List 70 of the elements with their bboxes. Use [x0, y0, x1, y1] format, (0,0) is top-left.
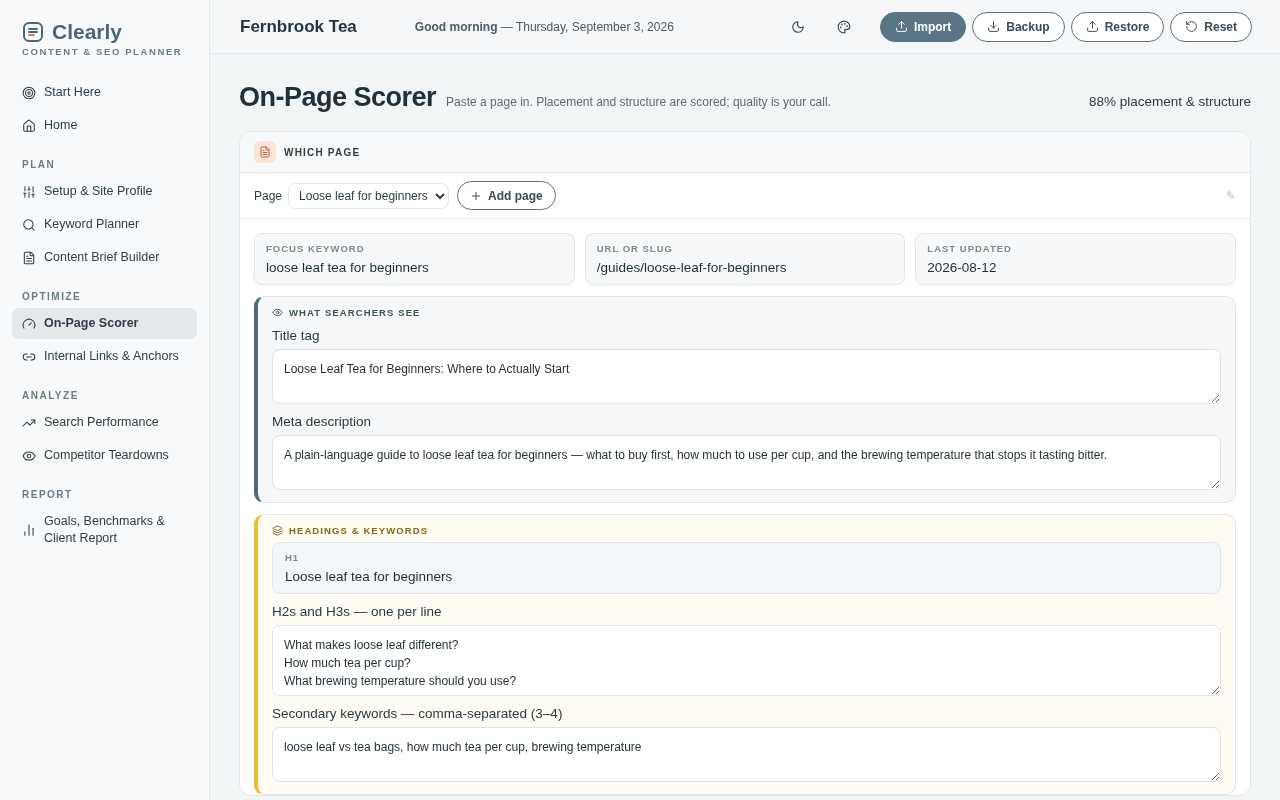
field-label: Meta description	[272, 414, 373, 429]
info-field[interactable]: FOCUS KEYWORD loose leaf tea for beginners	[254, 233, 575, 285]
field-value: Loose leaf tea for beginners	[285, 569, 454, 584]
field-value: /guides/loose-leaf-for-beginners	[596, 260, 788, 275]
nav-section-heading: ANALYZE	[21, 389, 80, 403]
nav-item[interactable]: Search Performance	[12, 407, 197, 438]
plus-icon	[470, 189, 483, 202]
card-heading: WHICH PAGE	[284, 146, 361, 158]
text-area[interactable]: Loose Leaf Tea for Beginners: Where to Actually Start	[272, 349, 1221, 404]
nav-section-heading: OPTIMIZE	[21, 290, 83, 304]
site-name: Fernbrook Tea	[240, 16, 357, 37]
target-icon	[22, 85, 36, 100]
toolbar-button[interactable]: Restore	[1070, 11, 1165, 42]
field-label: URL OR SLUG	[596, 243, 674, 254]
greeting-text: Good morning — Thursday, September 3, 2026	[414, 19, 675, 34]
field-label: FOCUS KEYWORD	[266, 243, 366, 254]
brand-name: Clearly	[52, 20, 123, 44]
field-label: Title tag	[272, 328, 321, 343]
logo-icon	[22, 21, 44, 43]
nav-item[interactable]: Internal Links & Anchors	[12, 341, 197, 372]
nav-item[interactable]: Goals, Benchmarks & Client Report	[12, 506, 197, 554]
document-icon	[22, 250, 36, 265]
add-page-button[interactable]: Add page	[457, 181, 556, 210]
field-label: Secondary keywords — comma-separated (3–4)	[272, 706, 564, 721]
page-subtitle: Paste a page in. Placement and structure are scored; quality is your call.	[446, 95, 832, 109]
text-area[interactable]: What makes loose leaf different? How much tea per cup? What brewing temperature should you use?	[272, 625, 1221, 696]
field-label: H2s and H3s — one per line	[272, 604, 443, 619]
palette-icon	[836, 19, 851, 34]
toolbar-button[interactable]: Import	[879, 11, 967, 42]
nav-item[interactable]: On-Page Scorer	[12, 308, 197, 339]
info-field[interactable]: URL OR SLUG /guides/loose-leaf-for-beginners	[584, 233, 906, 285]
score-summary: 88% placement & structure	[1088, 94, 1251, 109]
upload-icon	[1085, 20, 1099, 33]
info-field[interactable]: LAST UPDATED 2026-08-12	[915, 233, 1236, 285]
nav-item[interactable]: Keyword Planner	[12, 209, 197, 240]
page-select[interactable]: Loose leaf for beginners	[288, 182, 450, 209]
layers-icon	[272, 525, 283, 536]
bar-chart-icon	[22, 523, 36, 537]
nav-section-heading: REPORT	[21, 488, 74, 502]
field-label: H1	[285, 552, 301, 563]
eye-icon	[22, 448, 36, 463]
field-value: 2026-08-12	[927, 260, 998, 275]
brand-tagline: CONTENT & SEO PLANNER	[21, 45, 184, 57]
gauge-icon	[22, 316, 36, 331]
toolbar-button[interactable]: Reset	[1170, 11, 1252, 42]
panel-heading: HEADINGS & KEYWORDS	[289, 525, 429, 536]
upload-icon	[894, 20, 908, 33]
nav-item[interactable]: Content Brief Builder	[12, 242, 197, 273]
field-value: loose leaf tea for beginners	[266, 260, 430, 275]
field-label: LAST UPDATED	[927, 243, 1013, 254]
document-icon	[254, 141, 276, 163]
download-icon	[987, 20, 1001, 33]
h1-field[interactable]: H1 Loose leaf tea for beginners	[272, 542, 1221, 594]
home-icon	[22, 118, 36, 133]
eye-icon	[272, 307, 283, 318]
page-title: On-Page Scorer	[239, 82, 437, 113]
text-area[interactable]: A plain-language guide to loose leaf tea for beginners — what to buy first, how much to use per cup, and the brewing temperature that stops it tasting bitter.	[272, 435, 1221, 490]
nav-item[interactable]: Setup & Site Profile	[12, 176, 197, 207]
nav-item[interactable]: Competitor Teardowns	[12, 440, 197, 471]
panel-heading: WHAT SEARCHERS SEE	[289, 307, 421, 318]
nav-item[interactable]: Start Here	[12, 77, 197, 108]
nav-section-heading: PLAN	[21, 158, 57, 172]
text-area[interactable]: loose leaf vs tea bags, how much tea per cup, brewing temperature	[272, 727, 1221, 782]
reset-icon	[1185, 20, 1199, 33]
search-icon	[22, 217, 36, 232]
page-label: Page	[254, 188, 283, 203]
toolbar-button[interactable]: Backup	[972, 11, 1065, 42]
moon-icon	[790, 19, 805, 34]
sliders-icon	[22, 184, 36, 199]
nav-item[interactable]: Home	[12, 110, 197, 141]
